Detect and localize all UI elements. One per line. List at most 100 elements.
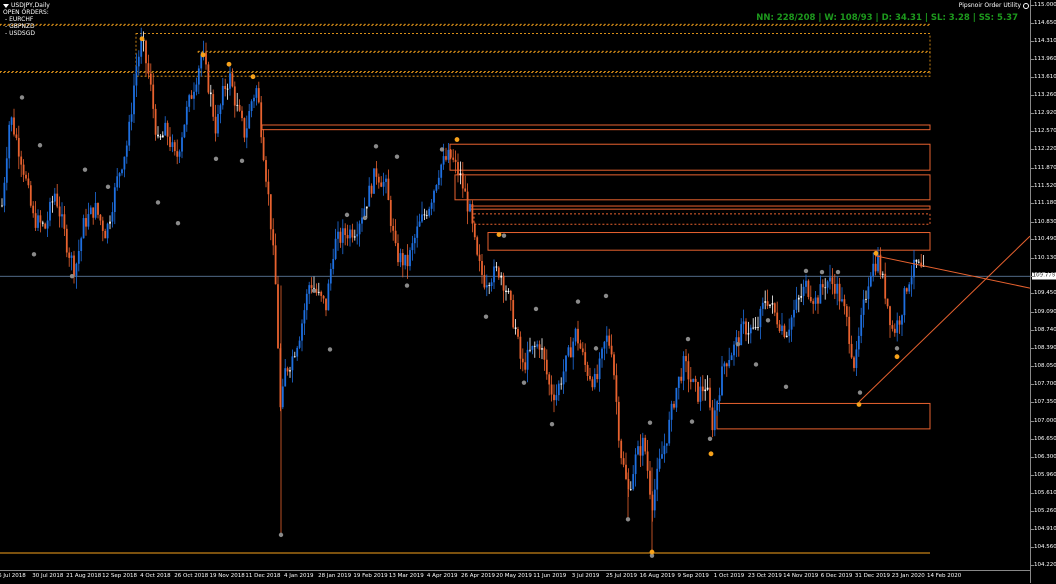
x-tick-label: 19 Feb 2019: [353, 573, 388, 579]
candle-body: [538, 344, 541, 350]
x-tick-label: 6 Jul 2018: [0, 573, 26, 579]
candle-body: [164, 122, 167, 136]
candle-body: [526, 349, 529, 370]
candle-body: [113, 187, 116, 213]
candle-body: [795, 299, 798, 310]
candle-body: [190, 95, 193, 99]
chart-window[interactable]: USDJPY,Daily OPEN ORDERS: - EURCHF - GBP…: [0, 0, 1056, 584]
open-order-item[interactable]: - EURCHF: [3, 16, 50, 23]
candle-body: [557, 383, 560, 396]
candle-body: [370, 185, 373, 194]
candle-body: [541, 348, 543, 350]
candle-body: [785, 335, 788, 337]
candle-body: [137, 56, 140, 67]
candle-body: [817, 297, 819, 304]
candle-body: [536, 344, 539, 347]
candle-body: [598, 358, 601, 380]
candle-body: [593, 373, 596, 388]
candle-body: [32, 205, 35, 214]
candle-body: [89, 207, 92, 215]
candle-body: [353, 236, 356, 238]
candle-body: [464, 188, 467, 192]
candle-body: [344, 228, 347, 236]
price-chart[interactable]: [0, 0, 1030, 570]
candle-body: [699, 386, 702, 402]
candle-body: [44, 223, 47, 229]
candle-body: [334, 238, 337, 259]
candle-body: [159, 136, 162, 138]
candle-body: [10, 117, 13, 125]
candle-body: [128, 121, 131, 146]
swing-low-dot: [439, 147, 445, 152]
candle-body: [553, 394, 555, 401]
candle-body: [560, 383, 563, 385]
x-tick-label: 23 Oct 2019: [747, 573, 782, 579]
swing-low-dot: [239, 158, 245, 164]
candle-body: [884, 273, 887, 299]
candle-body: [248, 110, 251, 129]
swing-low-dot: [819, 269, 825, 275]
candle-body: [649, 470, 651, 495]
candle-body: [862, 299, 865, 315]
y-tick-label: 111.520: [1034, 182, 1056, 189]
candle-body: [891, 325, 894, 329]
candle-body: [269, 194, 272, 230]
swing-high-dot: [496, 232, 502, 238]
candle-body: [589, 375, 591, 380]
candle-body: [171, 142, 174, 148]
order-utility-header[interactable]: Pipsnoir Order Utility: [959, 2, 1029, 9]
candle-body: [298, 340, 301, 348]
candle-body: [166, 122, 169, 137]
candle-body: [97, 203, 99, 215]
y-tick-label: 114.650: [1034, 20, 1056, 27]
candle-body: [262, 137, 265, 161]
y-tick-label: 114.310: [1034, 37, 1056, 44]
resistance-zone: [716, 402, 931, 430]
candle-body: [872, 263, 875, 276]
y-tick-label: 112.920: [1034, 110, 1056, 117]
swing-low-dot: [501, 233, 507, 238]
candle-body: [245, 128, 248, 138]
candle-body: [634, 454, 637, 475]
swing-high-dot: [856, 402, 862, 407]
swing-low-dot: [31, 252, 37, 257]
candle-body: [135, 66, 138, 86]
time-axis[interactable]: 6 Jul 2018 30 Jul 2018 21 Aug 2018 12 Sep 2…: [0, 570, 1030, 584]
candle-body: [392, 225, 395, 231]
candle-body: [850, 343, 853, 358]
candle-body: [725, 363, 728, 367]
candle-body: [567, 347, 570, 356]
candle-body: [169, 136, 171, 148]
y-tick-label: 104.910: [1034, 526, 1056, 533]
lower-trendline: [858, 235, 1030, 403]
collapse-triangle-icon[interactable]: [3, 3, 9, 8]
candle-body: [459, 173, 462, 175]
open-order-item[interactable]: - USDSGD: [3, 30, 50, 37]
y-tick-label: 107.000: [1034, 417, 1056, 424]
candle-body: [500, 275, 503, 278]
candle-body: [766, 301, 769, 306]
y-tick-label: 111.180: [1034, 200, 1056, 207]
candle-body: [879, 254, 882, 275]
candle-body: [236, 104, 239, 106]
open-order-item[interactable]: - GBPNZD: [3, 23, 50, 30]
swing-low-dot: [362, 215, 368, 221]
candle-body: [682, 356, 685, 381]
candle-body: [260, 102, 263, 138]
candle-body: [221, 85, 224, 106]
y-tick-label: 112.570: [1034, 128, 1056, 135]
y-tick-label: 110.830: [1034, 218, 1056, 225]
candle-body: [106, 223, 109, 239]
candle-body: [831, 277, 834, 285]
candle-body: [668, 419, 671, 444]
swing-low-dot: [549, 422, 555, 427]
candle-body: [519, 336, 522, 359]
candle-body: [229, 73, 231, 89]
candle-body: [512, 300, 515, 328]
candle-body: [656, 468, 659, 490]
gear-icon[interactable]: [1023, 2, 1029, 9]
y-tick-label: 113.960: [1034, 56, 1056, 63]
price-axis[interactable]: 109.778 115.000 114.650 114.310 113.960 113.…: [1030, 0, 1056, 583]
candle-body: [87, 214, 90, 227]
candle-body: [317, 291, 320, 293]
